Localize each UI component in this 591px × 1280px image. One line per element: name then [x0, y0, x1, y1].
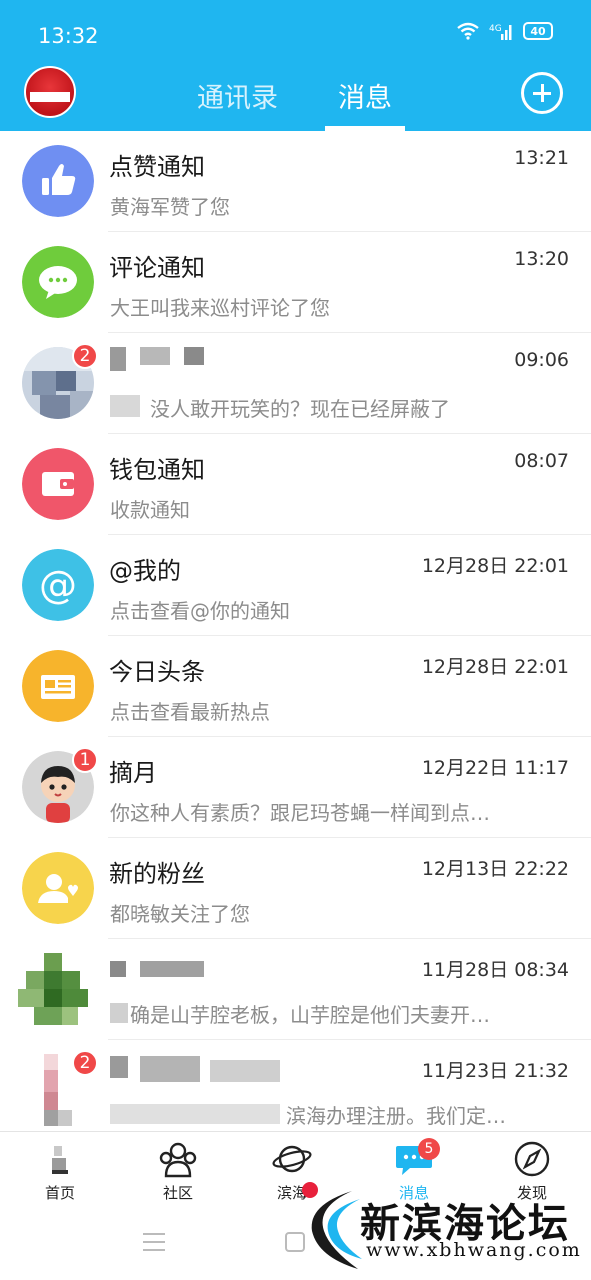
- pixelated-name: [210, 1060, 280, 1082]
- pixelated-name: [140, 1056, 200, 1082]
- item-preview: 大王叫我来巡村评论了您: [110, 296, 330, 320]
- nav-label: 社区: [162, 1184, 193, 1202]
- list-item[interactable]: 钱包通知 08:07 收款通知: [0, 434, 591, 535]
- item-preview: 滨海办理注册。我们定…: [286, 1104, 506, 1128]
- watermark: 新滨海论坛 www.xbhwang.com: [300, 1185, 591, 1275]
- pixelated-name: [110, 347, 126, 371]
- list-item[interactable]: 2 09:06 没人敢开玩笑的？现在已经屏蔽了: [0, 333, 591, 434]
- item-title: 钱包通知: [109, 456, 205, 484]
- item-time: 08:07: [514, 450, 569, 472]
- list-item[interactable]: 2 11月23日 21:32 滨海办理注册。我们定…: [0, 1040, 591, 1141]
- item-time: 12月28日 22:01: [421, 555, 569, 577]
- home-icon: [52, 1146, 68, 1174]
- pixelated-preview: [110, 395, 140, 417]
- nav-community[interactable]: 社区: [138, 1140, 218, 1202]
- item-title: 新的粉丝: [109, 860, 205, 888]
- message-list: 点赞通知 13:21 黄海军赞了您 评论通知 13:20 大王叫我来巡村评论了您: [0, 131, 591, 1141]
- item-preview: 黄海军赞了您: [110, 195, 230, 219]
- watermark-url: www.xbhwang.com: [366, 1239, 582, 1261]
- user-avatar: [18, 953, 96, 1025]
- wallet-icon: [22, 448, 94, 520]
- item-title: 摘月: [109, 759, 157, 787]
- at-sign-icon: @: [22, 549, 94, 621]
- pixelated-name: [184, 347, 204, 365]
- planet-icon: [272, 1145, 312, 1173]
- item-time: 12月13日 22:22: [421, 858, 569, 880]
- item-preview: 都晓敏关注了您: [110, 902, 250, 926]
- item-time: 13:21: [514, 147, 569, 169]
- header-tabs: 通讯录 消息: [0, 70, 591, 131]
- nav-label: 首页: [44, 1184, 75, 1202]
- unread-badge: 5: [418, 1138, 440, 1160]
- item-preview: 确是山芋腔老板，山芋腔是他们夫妻开…: [130, 1003, 490, 1027]
- chat-bubble-icon: [22, 246, 94, 318]
- item-time: 12月28日 22:01: [421, 656, 569, 678]
- compass-icon: [514, 1141, 550, 1177]
- nav-binhai[interactable]: 滨海: [252, 1140, 332, 1202]
- tab-messages[interactable]: 消息: [338, 76, 392, 115]
- unread-badge: 1: [72, 747, 98, 773]
- item-time: 13:20: [514, 248, 569, 270]
- status-icons: 4G 40: [457, 22, 553, 40]
- item-time: 11月23日 21:32: [421, 1060, 569, 1082]
- nav-discover[interactable]: 发现: [492, 1140, 572, 1202]
- status-time: 13:32: [38, 24, 99, 48]
- newspaper-icon: [22, 650, 94, 722]
- item-preview: 点击查看@你的通知: [110, 599, 290, 623]
- unread-badge: 2: [72, 343, 98, 369]
- list-item[interactable]: 11月28日 08:34 确是山芋腔老板，山芋腔是他们夫妻开…: [0, 939, 591, 1040]
- list-item[interactable]: @ @我的 12月28日 22:01 点击查看@你的通知: [0, 535, 591, 636]
- top-header: 13:32 4G 40 通讯录 消息: [0, 0, 591, 131]
- pixelated-preview: [110, 1104, 280, 1124]
- community-icon: [159, 1142, 197, 1178]
- battery-icon: 40: [523, 22, 553, 40]
- item-title: 评论通知: [109, 254, 205, 282]
- nav-messages[interactable]: 5 消息: [374, 1138, 454, 1202]
- new-follower-icon: [22, 852, 94, 924]
- item-time: 11月28日 08:34: [421, 959, 569, 981]
- item-title: @我的: [109, 557, 181, 585]
- list-item[interactable]: 评论通知 13:20 大王叫我来巡村评论了您: [0, 232, 591, 333]
- unread-badge: 2: [72, 1050, 98, 1076]
- svg-text:@: @: [39, 563, 77, 607]
- list-item[interactable]: 1 摘月 12月22日 11:17 你这种人有素质？跟尼玛苍蝇一样闻到点…: [0, 737, 591, 838]
- pixelated-name: [140, 347, 170, 365]
- pixelated-name: [110, 961, 126, 977]
- add-button[interactable]: [521, 72, 563, 114]
- signal-icon: 4G: [489, 24, 512, 40]
- list-item[interactable]: 今日头条 12月28日 22:01 点击查看最新热点: [0, 636, 591, 737]
- watermark-logo: [311, 1191, 362, 1269]
- list-item[interactable]: 点赞通知 13:21 黄海军赞了您: [0, 131, 591, 232]
- item-preview: 点击查看最新热点: [110, 700, 270, 724]
- wifi-icon: [457, 22, 479, 40]
- item-preview: 收款通知: [110, 498, 190, 522]
- menu-icon[interactable]: [143, 1233, 165, 1251]
- item-title: 今日头条: [109, 658, 205, 686]
- tab-contacts[interactable]: 通讯录: [197, 76, 278, 115]
- item-time: 12月22日 11:17: [421, 757, 569, 779]
- pixelated-name: [110, 1056, 128, 1078]
- list-item[interactable]: 新的粉丝 12月13日 22:22 都晓敏关注了您: [0, 838, 591, 939]
- pixelated-name: [140, 961, 204, 977]
- thumbs-up-icon: [22, 145, 94, 217]
- item-preview: 没人敢开玩笑的？现在已经屏蔽了: [150, 397, 450, 421]
- item-preview: 你这种人有素质？跟尼玛苍蝇一样闻到点…: [110, 801, 490, 825]
- app-root: { "status": { "time": "13:32", "battery"…: [0, 0, 591, 1280]
- nav-home[interactable]: 首页: [20, 1140, 100, 1202]
- pixelated-preview: [110, 1003, 128, 1023]
- item-title: 点赞通知: [109, 153, 205, 181]
- item-time: 09:06: [514, 349, 569, 371]
- svg-text:4G: 4G: [489, 24, 502, 34]
